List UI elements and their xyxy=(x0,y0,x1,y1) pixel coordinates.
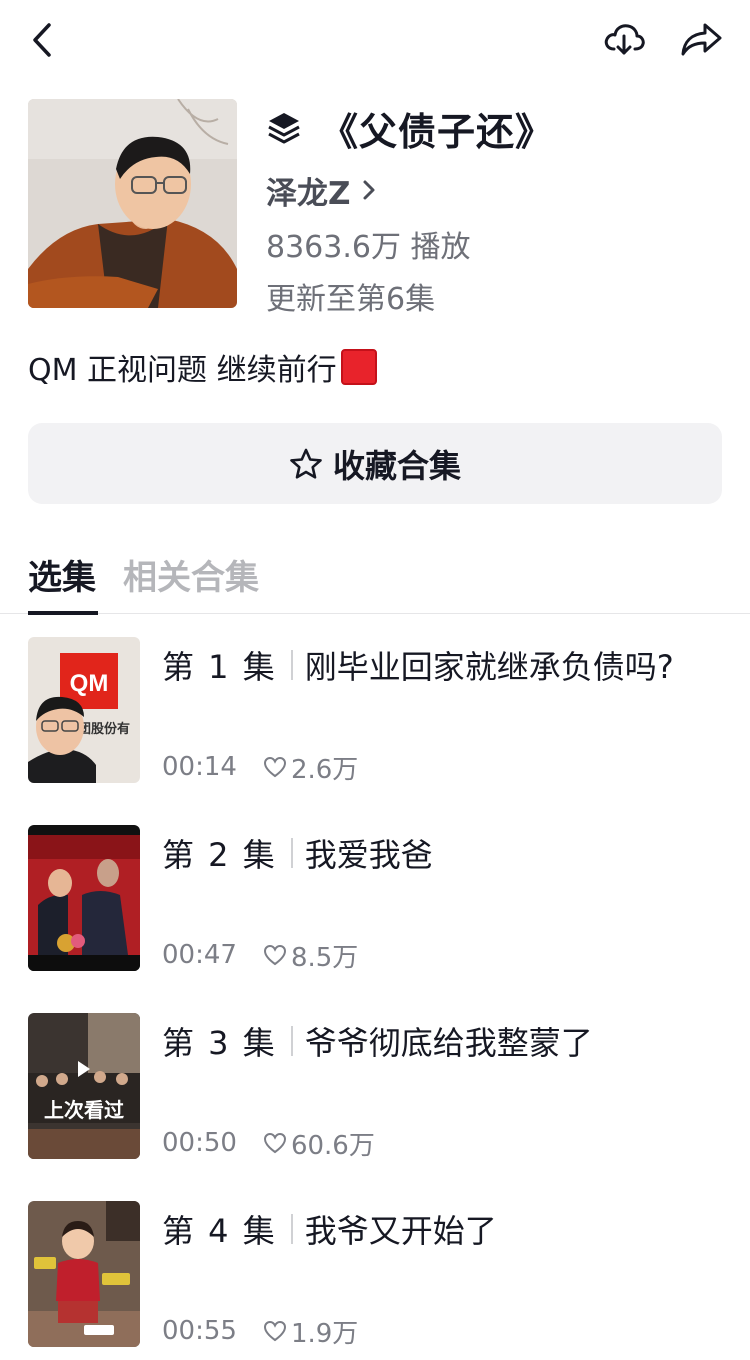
collection-description: QM 正视问题 继续前行 xyxy=(28,353,337,388)
episode-item-3[interactable]: 上次看过 第 3 集 爷爷彻底给我整蒙了 00:50 60.6万 xyxy=(0,1013,750,1163)
like-count: 60.6万 xyxy=(290,1130,375,1161)
star-icon xyxy=(289,447,323,481)
play-count: 8363.6万 播放 xyxy=(266,230,471,265)
episode-title-row: 第 3 集 爷爷彻底给我整蒙了 xyxy=(162,1019,593,1063)
episode-likes: 2.6万 xyxy=(263,749,358,786)
tab-related-label: 相关合集 xyxy=(123,558,259,598)
heart-icon xyxy=(263,755,287,779)
thumb-sign-text: QM xyxy=(70,670,109,697)
author-name: 泽龙Z xyxy=(266,175,351,212)
episode-duration: 00:50 xyxy=(162,1128,237,1158)
episode-number: 第 4 集 xyxy=(162,1212,277,1250)
like-count: 2.6万 xyxy=(290,754,359,785)
tab-related-collections[interactable]: 相关合集 xyxy=(123,550,259,614)
episode-likes: 1.9万 xyxy=(263,1313,358,1350)
top-bar xyxy=(0,0,750,84)
red-square-emoji xyxy=(340,349,377,385)
share-button[interactable] xyxy=(676,18,726,62)
last-watched-overlay: 上次看过 xyxy=(44,1098,124,1122)
tab-bar: 选集 相关合集 xyxy=(0,550,750,615)
share-arrow-icon xyxy=(681,23,722,56)
tab-episodes-label: 选集 xyxy=(28,558,96,598)
episode-number: 第 1 集 xyxy=(162,648,277,686)
tab-episodes[interactable]: 选集 xyxy=(28,550,98,615)
episode-meta: 00:55 1.9万 xyxy=(162,1313,358,1349)
episode-likes: 60.6万 xyxy=(263,1125,375,1162)
heart-icon xyxy=(263,1319,287,1343)
collection-title: 《父债子还》 xyxy=(320,109,555,154)
heart-icon xyxy=(263,1131,287,1155)
episode-thumbnail: QM 团股份有 xyxy=(28,637,140,783)
layers-icon xyxy=(266,108,306,148)
cover-illustration xyxy=(28,99,237,308)
episode-thumbnail xyxy=(28,1201,140,1347)
episode-meta: 00:50 60.6万 xyxy=(162,1125,375,1161)
episode-title-row: 第 4 集 我爷又开始了 xyxy=(162,1207,497,1251)
episode-meta: 00:14 2.6万 xyxy=(162,749,358,785)
collection-screen: 《父债子还》 泽龙Z 8363.6万 播放 更新至第6集 QM 正视问题 继续前… xyxy=(0,0,750,1360)
episode-title: 我爱我爸 xyxy=(304,836,433,874)
title-divider xyxy=(290,838,293,868)
episode-thumbnail: 上次看过 xyxy=(28,1013,140,1159)
episode-item-2[interactable]: 第 2 集 我爱我爸 00:47 8.5万 xyxy=(0,825,750,975)
title-divider xyxy=(290,1214,293,1244)
episode-duration: 00:55 xyxy=(162,1316,237,1346)
update-status: 更新至第6集 xyxy=(266,282,436,317)
episode-item-1[interactable]: QM 团股份有 第 1 集 刚毕业回家就继承负债吗? 00:14 2.6万 xyxy=(0,637,750,787)
download-button[interactable] xyxy=(600,18,648,62)
title-divider xyxy=(290,1026,293,1056)
active-tab-indicator xyxy=(28,611,98,615)
favorite-collection-button[interactable]: 收藏合集 xyxy=(28,423,722,504)
episode-duration: 00:14 xyxy=(162,752,237,782)
chevron-right-icon xyxy=(362,179,376,201)
episode-number: 第 3 集 xyxy=(162,1024,277,1062)
collection-title-row: 《父债子还》 xyxy=(266,104,554,154)
episode-number: 第 2 集 xyxy=(162,836,277,874)
heart-icon xyxy=(263,943,287,967)
thumb-caption: 团股份有 xyxy=(78,721,130,737)
chevron-left-icon xyxy=(33,23,51,57)
episode-title: 爷爷彻底给我整蒙了 xyxy=(304,1024,593,1062)
episode-title: 刚毕业回家就继承负债吗? xyxy=(304,648,674,686)
title-divider xyxy=(290,650,293,680)
episode-likes: 8.5万 xyxy=(263,937,358,974)
episode-title: 我爷又开始了 xyxy=(304,1212,497,1250)
episode-duration: 00:47 xyxy=(162,940,237,970)
like-count: 8.5万 xyxy=(290,942,359,973)
episode-thumbnail xyxy=(28,825,140,971)
collection-description-row: QM 正视问题 继续前行 xyxy=(28,344,377,390)
episode-title-row: 第 2 集 我爱我爸 xyxy=(162,831,433,875)
cloud-download-icon xyxy=(604,24,645,55)
favorite-label: 收藏合集 xyxy=(332,446,461,485)
like-count: 1.9万 xyxy=(290,1318,359,1349)
episode-meta: 00:47 8.5万 xyxy=(162,937,358,973)
collection-cover-image[interactable] xyxy=(28,99,237,308)
episode-item-4[interactable]: 第 4 集 我爷又开始了 00:55 1.9万 xyxy=(0,1201,750,1351)
back-button[interactable] xyxy=(20,18,64,62)
episode-title-row: 第 1 集 刚毕业回家就继承负债吗? xyxy=(162,643,674,687)
author-link[interactable]: 泽龙Z xyxy=(266,170,376,212)
